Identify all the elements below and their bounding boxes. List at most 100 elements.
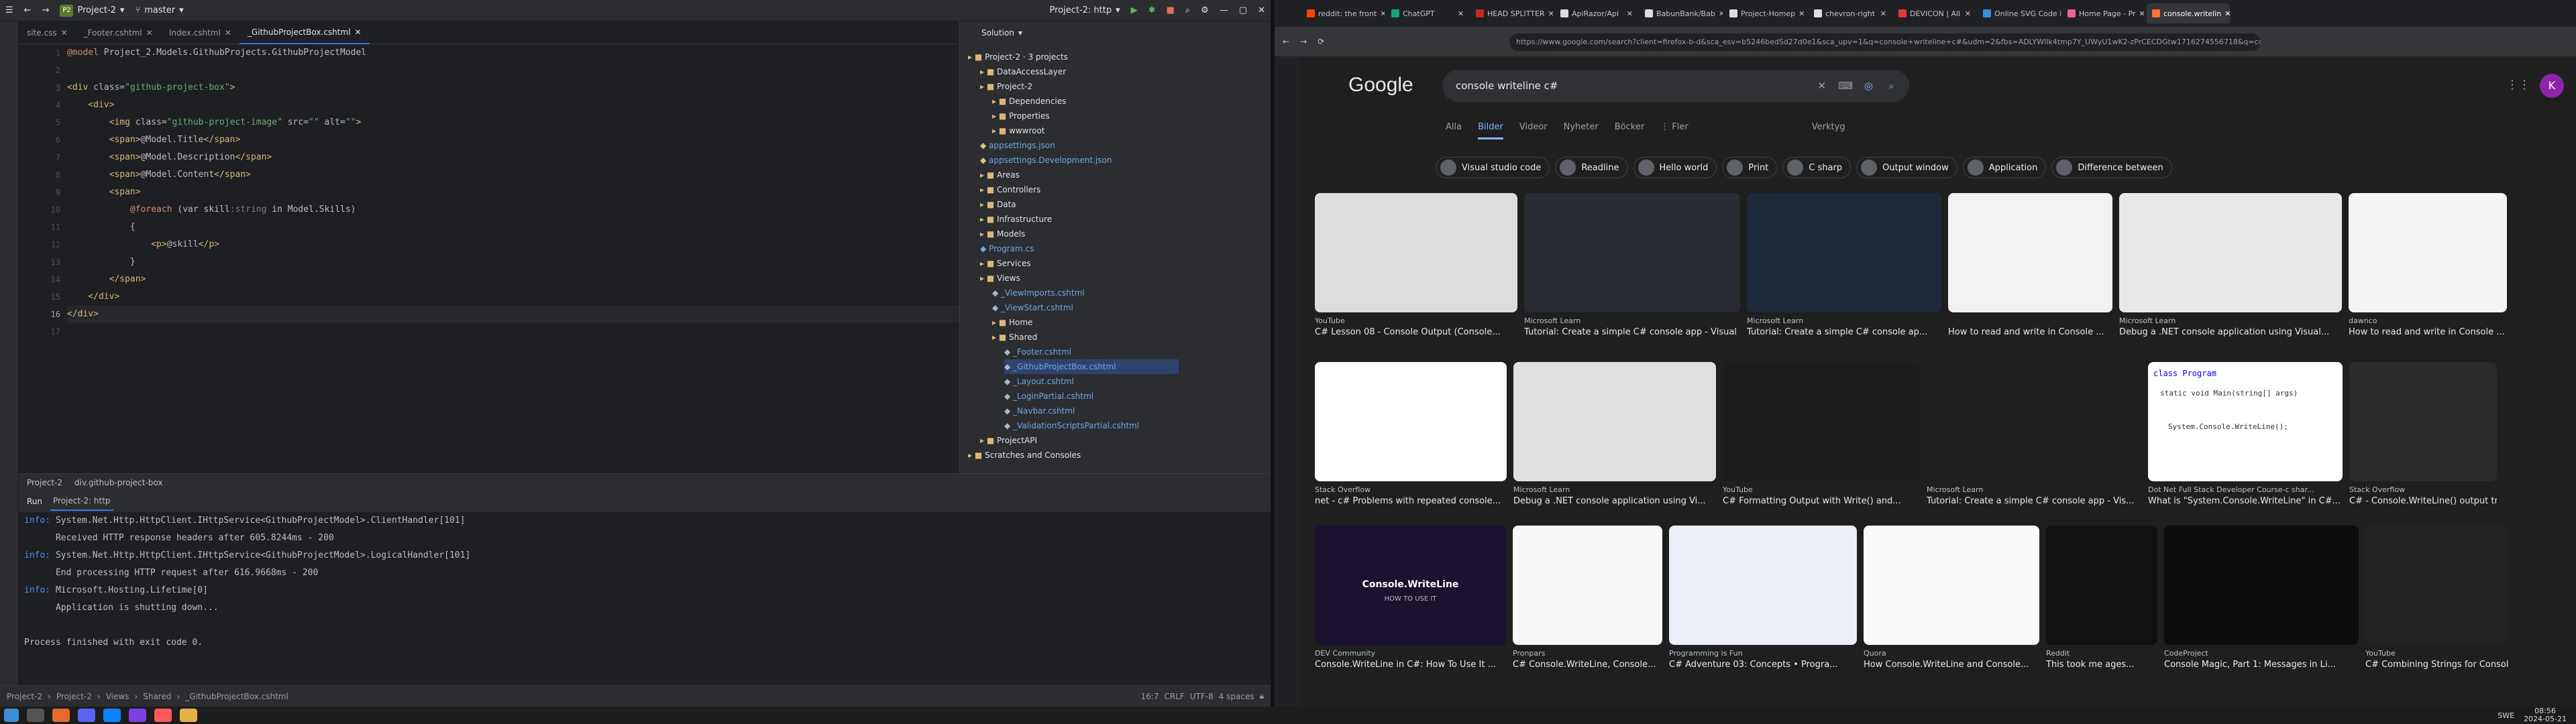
close-tab-icon[interactable]: ✕ [1380,9,1385,18]
maximize-icon[interactable]: ▢ [1234,0,1252,21]
tree-item[interactable]: ▸ ■ DataAccessLayer [980,64,1066,79]
search-icon[interactable]: ⌕ [1180,0,1195,21]
tree-item[interactable]: ▸ ■ Project-2 · 3 projects [968,50,1068,64]
result-title[interactable]: Console.WriteLine in C#: How To Use It .… [1315,660,1506,670]
result-source[interactable]: YouTube [1315,316,1517,325]
image-result[interactable]: YouTube C# Formatting Output with Write()… [1723,362,1920,509]
refine-chip[interactable]: Application [1962,157,2047,178]
result-thumbnail[interactable] [2119,193,2342,312]
taskbar-app[interactable] [78,709,95,722]
browser-tab[interactable]: Project-Homep ✕ [1724,3,1807,23]
project-selector[interactable]: P2 Project-2 ▾ [54,0,129,21]
stop-icon[interactable]: ■ [1161,0,1180,21]
line-endings[interactable]: CRLF [1164,692,1184,701]
browser-tab[interactable]: Online SVG Code E✕ [1978,3,2061,23]
indent-setting[interactable]: 4 spaces [1219,692,1254,701]
browser-tab[interactable]: BabunBank/Bab ✕ [1640,3,1723,23]
tree-item[interactable]: ▸ ■ Properties [992,109,1050,123]
tree-item[interactable]: ▸ ■ Project-2 [980,79,1032,94]
result-thumbnail[interactable] [2164,526,2359,645]
taskbar-app[interactable] [180,709,197,722]
close-tab-icon[interactable]: ✕ [1719,9,1723,18]
image-result[interactable]: class Program static void Main(string[] a… [2148,362,2343,509]
tree-item[interactable]: ◆ _Layout.cshtml [1004,374,1074,389]
result-source[interactable]: CodeProject [2164,649,2359,658]
result-thumbnail[interactable] [2349,193,2507,312]
browser-tab[interactable]: reddit: the front ✕ [1301,3,1385,23]
nav-5[interactable]: ⋮ Fler [1660,122,1688,139]
close-tab-icon[interactable]: ✕ [1458,9,1464,18]
result-source[interactable]: Reddit [2046,649,2157,658]
settings-icon[interactable]: ⚙ [1195,0,1214,21]
nav-1[interactable]: Bilder [1478,122,1503,139]
image-result[interactable]: YouTube C# Lesson 08 - Console Output (Co… [1315,193,1517,341]
result-title[interactable]: How Console.WriteLine and Console... [1864,660,2039,670]
close-tab-icon[interactable]: ✕ [1548,9,1554,18]
image-result[interactable]: dawnco How to read and write in Console .… [2349,193,2507,341]
tree-item[interactable]: ◆ _Navbar.cshtml [1004,404,1075,418]
image-result[interactable]: Stack Overflow net - c# Problems with rep… [1315,362,1507,509]
search-icon[interactable]: ⌕ [1889,70,1894,102]
tab-site-css[interactable]: site.css ✕ [19,21,76,44]
result-thumbnail[interactable] [1948,193,2112,312]
result-thumbnail[interactable] [2365,526,2508,645]
result-title[interactable]: Console Magic, Part 1: Messages in Li... [2164,660,2359,670]
tree-item[interactable]: ◆ appsettings.json [980,138,1055,153]
browser-tab[interactable]: ApiRazor/Api ✕ [1555,3,1638,23]
clock[interactable]: 08:56 2024-05-21 [2524,707,2567,723]
image-result[interactable]: YouTube C# Combining Strings for Console.… [2365,526,2508,673]
result-thumbnail[interactable] [1315,362,1507,481]
result-title[interactable]: C# Formatting Output with Write() and... [1723,496,1920,506]
result-thumbnail[interactable] [1524,193,1740,312]
result-source[interactable]: Programming is Fun [1669,649,1857,658]
close-tab-icon[interactable]: ✕ [2139,9,2145,18]
run-console[interactable]: info: System.Net.Http.HttpClient.IHttpSe… [19,512,1271,682]
result-title[interactable]: Tutorial: Create a simple C# console app… [1927,496,2141,506]
tree-item[interactable]: ▸ ■ Home [992,315,1032,330]
nav-0[interactable]: Alla [1446,122,1462,139]
tree-item[interactable]: ▸ ■ Infrastructure [980,212,1052,227]
tree-item[interactable]: ◆ Program.cs [980,241,1034,256]
result-thumbnail[interactable] [1927,362,2141,481]
taskbar-app[interactable] [52,709,70,722]
back-icon[interactable]: ← [19,0,37,21]
result-thumbnail[interactable] [1669,526,1857,645]
run-config-selector[interactable]: Project-2: http ▾ [1044,0,1125,21]
refine-chip[interactable]: C sharp [1782,157,1851,178]
status-path-item[interactable]: Views [106,692,129,701]
result-title[interactable]: This took me ages... [2046,660,2157,670]
minimize-icon[interactable]: — [1214,0,1234,21]
cursor-position[interactable]: 16:7 [1140,692,1159,701]
result-thumbnail[interactable] [2349,362,2497,481]
nav-6[interactable]: Verktyg [1812,122,1845,139]
refine-chip[interactable]: Difference between [2051,157,2172,178]
close-tab-icon[interactable]: ✕ [1627,9,1633,18]
image-result[interactable]: Reddit This took me ages... [2046,526,2157,673]
breadcrumb-item[interactable]: div.github-project-box [74,478,162,487]
avatar[interactable]: K [2540,74,2564,98]
branch-selector[interactable]: ⑂ master ▾ [129,0,189,21]
tree-item[interactable]: ▸ ■ ProjectAPI [980,433,1037,448]
tree-item[interactable]: ◆ _GithubProjectBox.cshtml [1004,359,1179,374]
image-result[interactable]: How to read and write in Console ... [1948,193,2112,341]
image-result[interactable]: Pronpars C# Console.WriteLine, Console... [1513,526,1662,673]
status-path-item[interactable]: Project-2 [56,692,92,701]
apps-grid-icon[interactable]: ⋮⋮ [2506,78,2530,92]
tree-item[interactable]: ◆ _Footer.cshtml [1004,345,1071,359]
forward-icon[interactable]: → [1300,37,1307,46]
tree-item[interactable]: ▸ ■ Models [980,227,1025,241]
tree-item[interactable]: ◆ _ValidationScriptsPartial.cshtml [1004,418,1139,433]
result-title[interactable]: C# Combining Strings for Console.Writ... [2365,660,2508,670]
result-title[interactable]: C# - Console.WriteLine() output truncate… [2349,496,2497,506]
status-path-item[interactable]: _GithubProjectBox.cshtml [185,692,288,701]
result-thumbnail[interactable] [1864,526,2039,645]
lock-icon[interactable]: 🔒︎ [1260,691,1264,701]
result-title[interactable]: C# Console.WriteLine, Console... [1513,660,1662,670]
back-icon[interactable]: ← [1283,37,1289,46]
solution-header[interactable]: Solution ▾ [959,21,1271,44]
result-title[interactable]: Tutorial: Create a simple C# console app… [1524,327,1740,337]
image-result[interactable]: Microsoft Learn Tutorial: Create a simple… [1524,193,1740,341]
result-source[interactable]: DEV Community [1315,649,1506,658]
taskbar-app[interactable] [129,709,146,722]
refine-chip[interactable]: Hello world [1633,157,1717,178]
